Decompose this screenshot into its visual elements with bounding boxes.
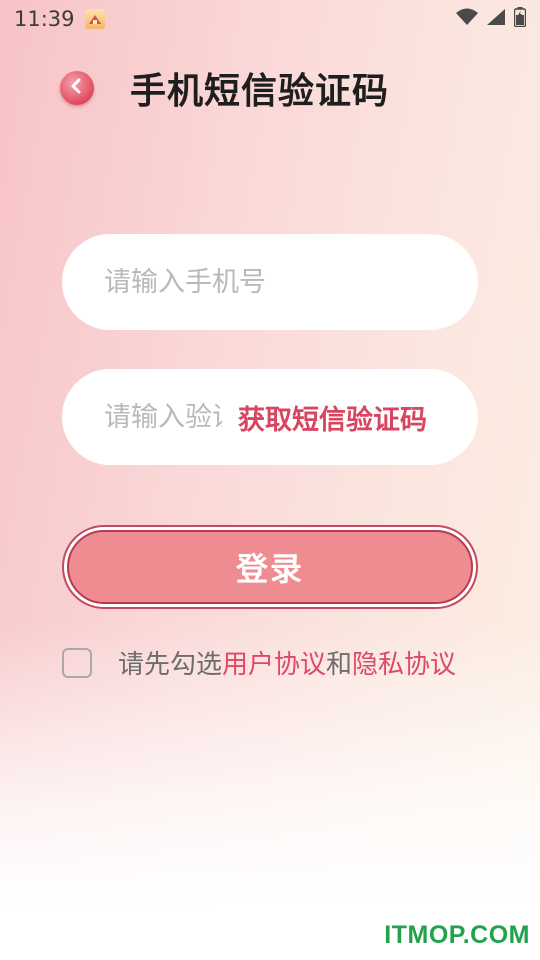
privacy-policy-link[interactable]: 隐私协议	[352, 650, 456, 680]
wifi-icon	[456, 8, 478, 30]
login-button-label: 登录	[67, 530, 473, 604]
app-notification-icon	[84, 9, 105, 29]
code-input[interactable]	[104, 401, 222, 433]
back-arrow-icon	[67, 76, 87, 100]
phone-input[interactable]	[104, 266, 434, 298]
header: 手机短信验证码	[60, 60, 540, 116]
cellular-signal-icon	[486, 8, 506, 30]
status-bar: 11:39	[0, 0, 540, 38]
back-button[interactable]	[60, 71, 94, 105]
status-time: 11:39	[14, 7, 75, 31]
agreement-conjunction: 和	[326, 650, 353, 680]
watermark: ITMOP.COM	[384, 921, 530, 949]
page-title: 手机短信验证码	[130, 71, 390, 112]
login-button[interactable]: 登录	[62, 525, 478, 609]
get-sms-code-button[interactable]: 获取短信验证码	[238, 398, 427, 437]
agreement-checkbox[interactable]	[62, 647, 92, 678]
user-agreement-link[interactable]: 用户协议	[222, 650, 326, 680]
battery-icon	[513, 7, 527, 31]
code-input-container: 获取短信验证码	[62, 369, 478, 465]
agreement-text: 请先勾选用户协议和隐私协议	[118, 644, 456, 681]
phone-input-container	[62, 234, 478, 330]
agreement-row: 请先勾选用户协议和隐私协议	[62, 644, 456, 681]
agreement-prefix: 请先勾选	[118, 650, 223, 680]
